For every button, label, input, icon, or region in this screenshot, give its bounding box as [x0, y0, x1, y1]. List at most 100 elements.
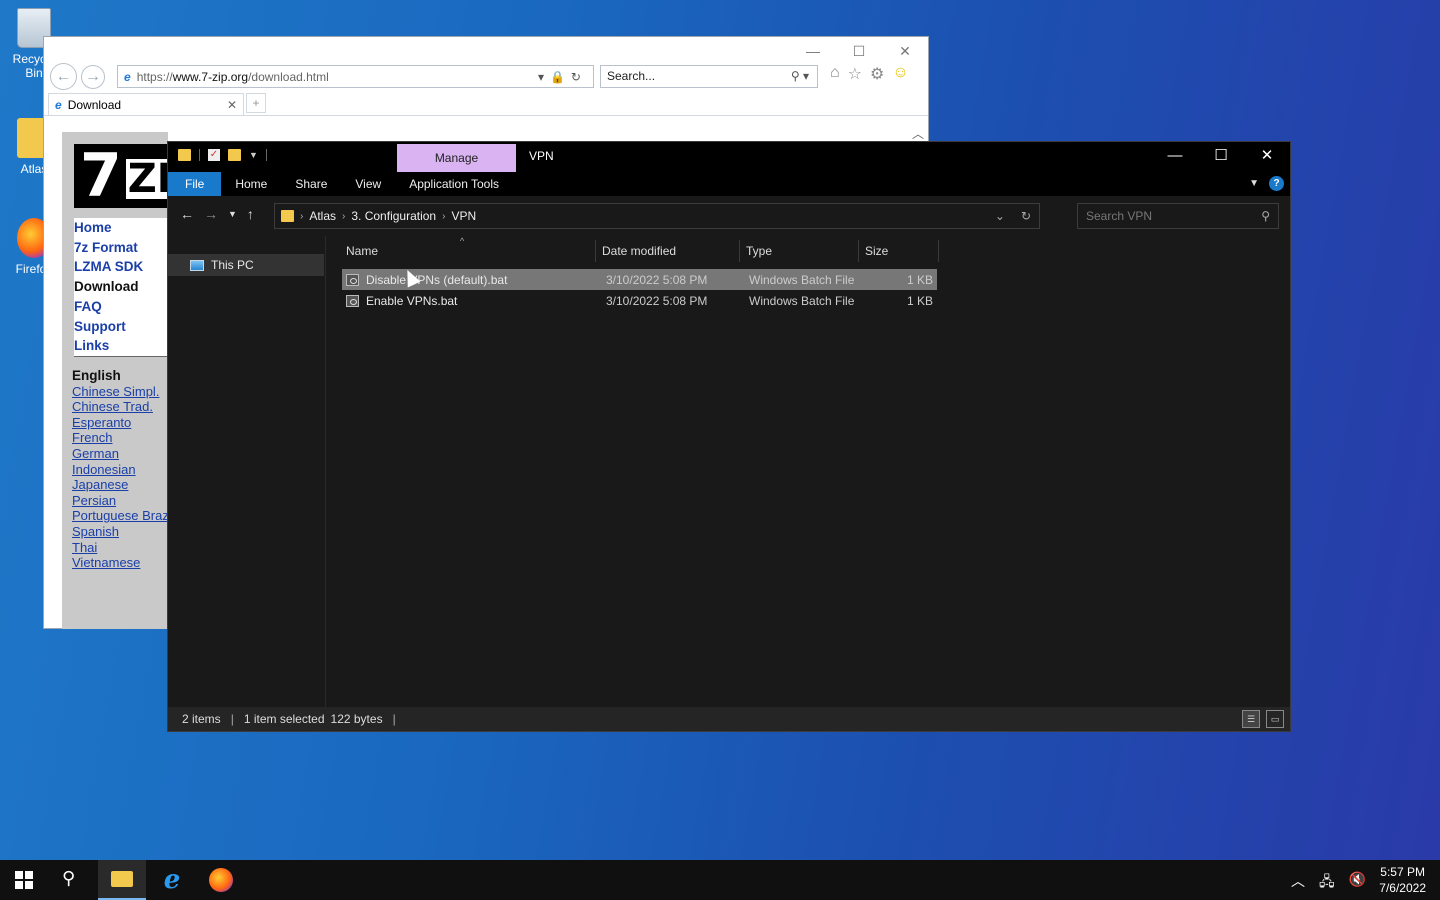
- breadcrumb-separator-icon[interactable]: ›: [442, 211, 445, 222]
- separator: |: [230, 712, 234, 726]
- large-icons-view-icon[interactable]: ▭: [1266, 710, 1284, 728]
- clock-date: 7/6/2022: [1379, 881, 1426, 895]
- file-row[interactable]: Disable VPNs (default).bat 3/10/2022 5:0…: [342, 269, 937, 290]
- column-header-size[interactable]: Size: [859, 240, 939, 262]
- browser-search-input[interactable]: Search... ⚲ ▾: [600, 65, 818, 88]
- tab-manage[interactable]: Manage: [397, 144, 516, 172]
- show-hidden-icons-chevron-icon[interactable]: ︿: [1291, 871, 1305, 895]
- clock[interactable]: 5:57 PM 7/6/2022: [1379, 864, 1426, 896]
- taskbar-internet-explorer[interactable]: e: [148, 860, 196, 900]
- minimize-button[interactable]: —: [1152, 142, 1198, 172]
- file-size: 1 KB: [906, 293, 933, 308]
- close-button[interactable]: ✕: [882, 37, 928, 65]
- batch-file-icon: [346, 273, 359, 286]
- smiley-feedback-icon[interactable]: ☺: [892, 64, 908, 84]
- maximize-button[interactable]: ☐: [1198, 142, 1244, 172]
- column-header-date-modified[interactable]: Date modified: [596, 240, 740, 262]
- browser-caption-buttons: — ☐ ✕: [788, 37, 928, 65]
- breadcrumb-configuration[interactable]: 3. Configuration: [351, 209, 436, 223]
- column-label: Date modified: [602, 244, 677, 258]
- nav-link-download: Download: [74, 279, 139, 295]
- help-icon[interactable]: ?: [1269, 176, 1284, 191]
- search-icon[interactable]: ⚲ ▾: [791, 66, 809, 87]
- up-arrow-icon[interactable]: ↑: [247, 206, 254, 222]
- refresh-icon[interactable]: ↻: [1021, 209, 1031, 223]
- tab-home[interactable]: Home: [221, 172, 281, 196]
- address-bar[interactable]: e https://www.7-zip.org/download.html ▾🔒…: [117, 65, 594, 88]
- 7zip-logo: 7ZIP: [74, 144, 168, 208]
- breadcrumb-separator-icon[interactable]: ›: [300, 211, 303, 222]
- breadcrumb-atlas[interactable]: Atlas: [309, 209, 336, 223]
- language-link[interactable]: German: [72, 446, 168, 462]
- properties-icon[interactable]: ✓: [208, 149, 220, 161]
- view-toggle: ☰ ▭: [1242, 710, 1284, 728]
- details-view-icon[interactable]: ☰: [1242, 710, 1260, 728]
- back-arrow-icon[interactable]: ←: [180, 206, 194, 222]
- address-bar-tools[interactable]: ▾🔒↻: [538, 70, 587, 84]
- new-tab-button[interactable]: +: [246, 93, 266, 113]
- new-folder-icon[interactable]: [228, 149, 241, 161]
- column-headers: ^ Name Date modified Type Size: [340, 236, 939, 262]
- navigation-pane: This PC: [168, 236, 326, 709]
- forward-button[interactable]: →: [81, 65, 105, 89]
- volume-muted-icon[interactable]: 🔇: [1349, 871, 1366, 895]
- favorites-star-icon[interactable]: ☆: [848, 64, 862, 84]
- language-link[interactable]: Spanish: [72, 524, 168, 540]
- nav-link-7z-format[interactable]: 7z Format: [74, 238, 168, 258]
- forward-arrow-icon[interactable]: →: [204, 206, 218, 222]
- history-chevron-icon[interactable]: ⌄: [995, 209, 1005, 223]
- customize-toolbar-icon[interactable]: ▼: [249, 150, 258, 160]
- file-name-cell: Disable VPNs (default).bat: [342, 273, 598, 287]
- home-icon[interactable]: ⌂: [830, 64, 840, 84]
- expand-ribbon-chevron-icon[interactable]: ▼: [1249, 178, 1259, 189]
- nav-link-lzma-sdk[interactable]: LZMA SDK: [74, 257, 168, 277]
- file-name: Disable VPNs (default).bat: [366, 272, 508, 287]
- language-link[interactable]: Esperanto: [72, 415, 168, 431]
- network-icon[interactable]: 🖧: [1319, 871, 1335, 895]
- language-link[interactable]: Persian: [72, 493, 168, 509]
- tab-close-icon[interactable]: ✕: [227, 98, 237, 112]
- language-link[interactable]: Portuguese Brazil: [72, 508, 168, 524]
- gear-icon[interactable]: ⚙: [870, 64, 884, 84]
- tab-application-tools[interactable]: Application Tools: [395, 172, 513, 196]
- explorer-address-bar[interactable]: › Atlas › 3. Configuration › VPN ⌄ ↻: [274, 203, 1040, 229]
- nav-link-faq[interactable]: FAQ: [74, 297, 168, 317]
- search-icon[interactable]: ⚲: [62, 868, 75, 889]
- language-link[interactable]: Thai: [72, 540, 168, 556]
- close-button[interactable]: ✕: [1244, 142, 1290, 172]
- recent-locations-chevron-icon[interactable]: ▼: [228, 209, 237, 219]
- nav-item-this-pc[interactable]: This PC: [168, 254, 324, 276]
- language-link[interactable]: Japanese: [72, 477, 168, 493]
- file-row[interactable]: Enable VPNs.bat 3/10/2022 5:08 PM Window…: [342, 290, 937, 311]
- nav-link-links[interactable]: Links: [74, 336, 168, 356]
- column-header-name[interactable]: ^ Name: [340, 236, 596, 262]
- tab-share[interactable]: Share: [281, 172, 341, 196]
- browser-toolbar: ⌂ ☆ ⚙ ☺: [830, 64, 909, 84]
- language-link[interactable]: Indonesian: [72, 462, 168, 478]
- language-link[interactable]: Vietnamese: [72, 555, 168, 571]
- column-header-type[interactable]: Type: [740, 240, 859, 262]
- breadcrumb-separator-icon[interactable]: ›: [342, 211, 345, 222]
- taskbar-firefox[interactable]: [197, 860, 245, 900]
- nav-link-support[interactable]: Support: [74, 317, 168, 337]
- maximize-button[interactable]: ☐: [836, 37, 882, 65]
- taskbar-file-explorer[interactable]: [98, 860, 146, 900]
- language-link[interactable]: French: [72, 430, 168, 446]
- explorer-search-input[interactable]: Search VPN ⚲: [1077, 203, 1279, 229]
- search-icon: ⚲: [1261, 209, 1270, 223]
- language-link[interactable]: Chinese Simpl.: [72, 384, 168, 400]
- start-button[interactable]: [15, 871, 33, 889]
- back-button[interactable]: ←: [50, 63, 77, 90]
- scroll-up-arrow[interactable]: ︿: [912, 125, 924, 142]
- tab-file[interactable]: File: [168, 172, 222, 196]
- separator: [199, 149, 200, 161]
- language-link[interactable]: Chinese Trad.: [72, 399, 168, 415]
- minimize-button[interactable]: —: [790, 37, 836, 65]
- breadcrumb-vpn[interactable]: VPN: [451, 209, 476, 223]
- file-list: ^ Name Date modified Type Size Disable V…: [326, 236, 1290, 709]
- browser-tab-download[interactable]: e Download ✕: [48, 93, 244, 115]
- firefox-icon: [209, 868, 233, 892]
- nav-link-home[interactable]: Home: [74, 218, 168, 238]
- tab-view[interactable]: View: [341, 172, 395, 196]
- file-date: 3/10/2022 5:08 PM: [606, 293, 708, 308]
